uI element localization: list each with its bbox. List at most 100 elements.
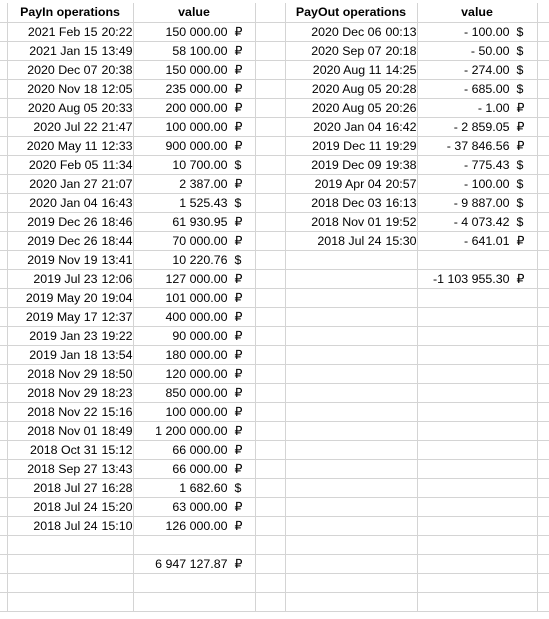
payout-empty-value-cell[interactable] [417,535,538,555]
payout-empty-cell[interactable] [285,402,418,422]
payout-value-cell[interactable]: - 274.00 $ [417,60,538,80]
payout-empty-cell[interactable] [285,307,418,327]
payin-operation-cell[interactable]: 2020 Nov 18 12:05 [7,79,134,99]
payout-empty-value-cell[interactable] [417,478,538,498]
payin-value-cell[interactable]: 61 930.95 ₽ [133,212,256,232]
payin-value-cell[interactable]: 10 220.76 $ [133,250,256,270]
payout-empty-cell[interactable] [285,516,418,536]
payin-operation-cell[interactable]: 2020 Dec 07 20:38 [7,60,134,80]
payout-value-cell[interactable]: - 37 846.56 ₽ [417,136,538,156]
payin-value-cell[interactable]: 150 000.00 ₽ [133,22,256,42]
payin-operation-cell[interactable]: 2018 Jul 24 15:20 [7,497,134,517]
payout-operation-cell[interactable]: 2018 Dec 03 16:13 [285,193,418,213]
payout-empty-value-cell[interactable] [417,573,538,593]
payin-operation-cell[interactable]: 2018 Sep 27 13:43 [7,459,134,479]
payout-operation-cell[interactable]: 2018 Jul 24 15:30 [285,231,418,251]
payin-operation-cell[interactable]: 2019 May 20 19:04 [7,288,134,308]
payin-value-cell[interactable]: 900 000.00 ₽ [133,136,256,156]
payin-operation-cell[interactable]: 2019 Dec 26 18:44 [7,231,134,251]
payin-operation-cell[interactable]: 2019 Jul 23 12:06 [7,269,134,289]
payout-value-cell[interactable]: - 50.00 $ [417,41,538,61]
payin-operation-cell[interactable]: 2018 Nov 29 18:50 [7,364,134,384]
payout-empty-cell[interactable] [285,440,418,460]
payout-value-cell[interactable]: - 1.00 ₽ [417,98,538,118]
payin-operation-cell[interactable]: 2020 Jan 27 21:07 [7,174,134,194]
payout-empty-cell[interactable] [285,345,418,365]
payout-empty-cell[interactable] [285,250,418,270]
payout-empty-cell[interactable] [285,459,418,479]
payin-value-cell[interactable]: 120 000.00 ₽ [133,364,256,384]
payout-operation-cell[interactable]: 2020 Dec 06 00:13 [285,22,418,42]
payout-empty-value-cell[interactable] [417,440,538,460]
payout-empty-cell[interactable] [285,326,418,346]
payin-value-cell[interactable]: 63 000.00 ₽ [133,497,256,517]
payin-operation-cell[interactable]: 2018 Jul 24 15:10 [7,516,134,536]
payin-value-cell[interactable]: 235 000.00 ₽ [133,79,256,99]
payin-value-cell[interactable]: 1 200 000.00 ₽ [133,421,256,441]
payout-empty-value-cell[interactable] [417,592,538,612]
payout-empty-cell[interactable] [285,478,418,498]
payin-value-cell[interactable]: 127 000.00 ₽ [133,269,256,289]
payout-empty-value-cell[interactable] [417,288,538,308]
payin-operation-cell[interactable]: 2019 Jan 18 13:54 [7,345,134,365]
payout-empty-value-cell[interactable] [417,326,538,346]
payin-value-cell[interactable]: 200 000.00 ₽ [133,98,256,118]
payin-empty-value-cell[interactable] [133,535,256,555]
payout-empty-cell[interactable] [285,554,418,574]
payout-empty-value-cell[interactable] [417,421,538,441]
payin-operation-cell[interactable]: 2018 Nov 22 15:16 [7,402,134,422]
payin-value-cell[interactable]: 101 000.00 ₽ [133,288,256,308]
payout-empty-cell[interactable] [285,383,418,403]
payout-value-cell[interactable]: - 4 073.42 $ [417,212,538,232]
payout-operation-cell[interactable]: 2020 Aug 05 20:28 [285,79,418,99]
payout-empty-cell[interactable] [285,497,418,517]
payout-operation-cell[interactable]: 2020 Sep 07 20:18 [285,41,418,61]
payout-empty-cell[interactable] [285,535,418,555]
payout-value-cell[interactable]: - 685.00 $ [417,79,538,99]
payout-value-cell[interactable]: - 775.43 $ [417,155,538,175]
payout-empty-cell[interactable] [285,364,418,384]
payout-value-cell[interactable]: - 100.00 $ [417,22,538,42]
payin-empty-value-cell[interactable] [133,592,256,612]
payin-value-cell[interactable]: 66 000.00 ₽ [133,459,256,479]
payin-operation-cell[interactable]: 2020 Aug 05 20:33 [7,98,134,118]
payin-operation-cell[interactable]: 2019 Jan 23 19:22 [7,326,134,346]
payout-operation-cell[interactable]: 2019 Dec 09 19:38 [285,155,418,175]
payin-value-cell[interactable]: 1 525.43 $ [133,193,256,213]
payout-empty-value-cell[interactable] [417,459,538,479]
payout-operation-cell[interactable]: 2019 Apr 04 20:57 [285,174,418,194]
payout-empty-cell[interactable] [285,269,418,289]
payout-value-cell[interactable]: - 9 887.00 $ [417,193,538,213]
payout-empty-value-cell[interactable] [417,383,538,403]
payin-operation-cell[interactable]: 2018 Nov 29 18:23 [7,383,134,403]
payin-value-cell[interactable]: 100 000.00 ₽ [133,117,256,137]
payout-empty-value-cell[interactable] [417,554,538,574]
payin-empty-cell[interactable] [7,554,134,574]
payin-total-cell[interactable]: 6 947 127.87 ₽ [133,554,256,574]
payout-operation-cell[interactable]: 2020 Aug 05 20:26 [285,98,418,118]
payin-value-cell[interactable]: 2 387.00 ₽ [133,174,256,194]
payin-value-cell[interactable]: 850 000.00 ₽ [133,383,256,403]
payout-value-cell[interactable]: - 100.00 $ [417,174,538,194]
payout-empty-value-cell[interactable] [417,345,538,365]
payout-empty-value-cell[interactable] [417,307,538,327]
payout-empty-cell[interactable] [285,573,418,593]
payout-empty-cell[interactable] [285,421,418,441]
payin-operation-cell[interactable]: 2019 Nov 19 13:41 [7,250,134,270]
payin-value-cell[interactable]: 180 000.00 ₽ [133,345,256,365]
payout-operation-cell[interactable]: 2020 Aug 11 14:25 [285,60,418,80]
payout-empty-value-cell[interactable] [417,516,538,536]
payout-operation-cell[interactable]: 2018 Nov 01 19:52 [285,212,418,232]
payin-value-cell[interactable]: 100 000.00 ₽ [133,402,256,422]
payin-value-cell[interactable]: 90 000.00 ₽ [133,326,256,346]
payin-value-cell[interactable]: 10 700.00 $ [133,155,256,175]
payin-operation-cell[interactable]: 2019 May 17 12:37 [7,307,134,327]
payout-value-cell[interactable]: - 641.01 ₽ [417,231,538,251]
payout-operation-cell[interactable]: 2020 Jan 04 16:42 [285,117,418,137]
payout-operation-cell[interactable]: 2019 Dec 11 19:29 [285,136,418,156]
payin-value-cell[interactable]: 1 682.60 $ [133,478,256,498]
payin-operation-cell[interactable]: 2020 Feb 05 11:34 [7,155,134,175]
payin-operation-cell[interactable]: 2018 Oct 31 15:12 [7,440,134,460]
payin-value-cell[interactable]: 66 000.00 ₽ [133,440,256,460]
payout-empty-value-cell[interactable] [417,250,538,270]
